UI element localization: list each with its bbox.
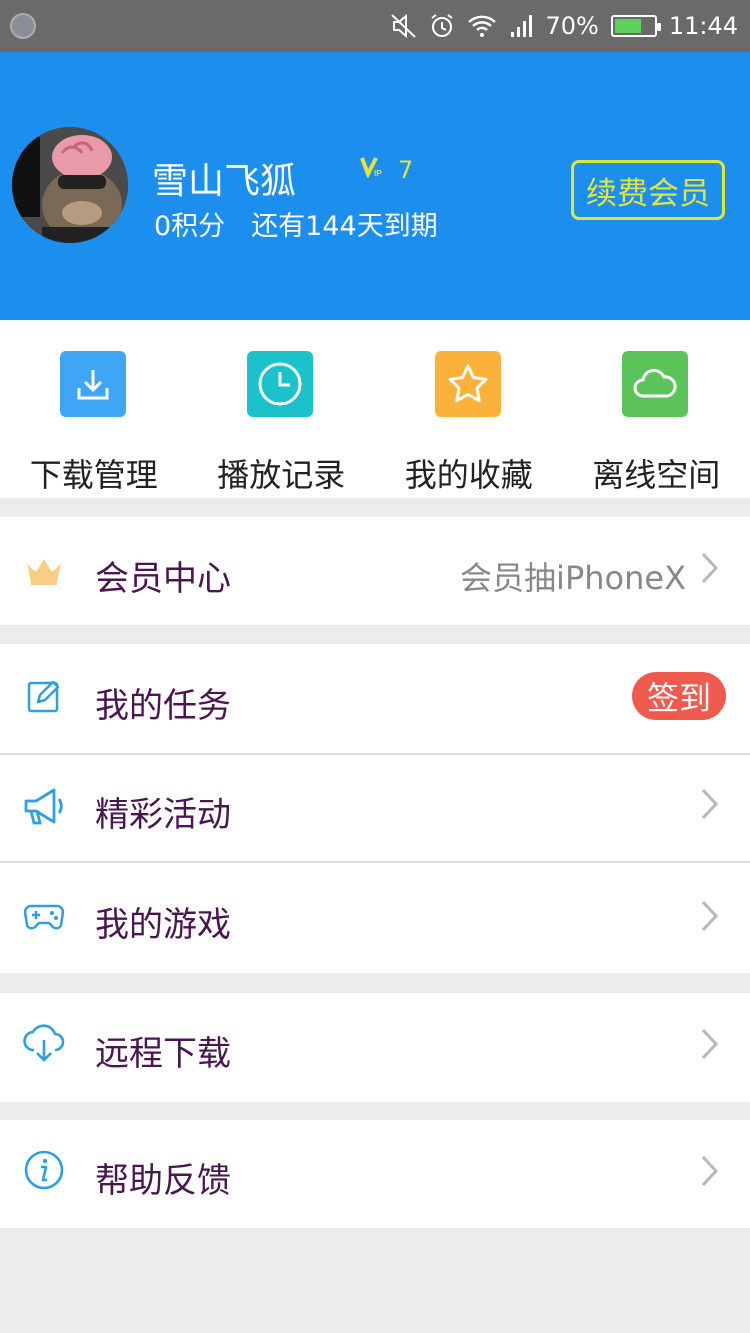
app-notification-icon	[10, 13, 36, 39]
signal-icon	[511, 15, 533, 37]
chevron-right-icon	[701, 900, 719, 932]
info-icon	[22, 1148, 66, 1192]
profile-subline: 0积分 还有144天到期	[154, 204, 438, 243]
vip-level: 7	[398, 156, 414, 184]
battery-percent: 70%	[545, 12, 599, 40]
mute-icon	[391, 14, 417, 38]
help-feedback-row[interactable]: 帮助反馈	[0, 1120, 750, 1228]
events-label: 精彩活动	[95, 795, 231, 835]
quick-action-favorites[interactable]: 我的收藏	[375, 320, 563, 498]
alarm-icon	[431, 14, 454, 37]
remote-download-row[interactable]: 远程下载	[0, 993, 750, 1102]
member-center-label: 会员中心	[95, 559, 231, 599]
my-games-label: 我的游戏	[95, 905, 231, 945]
my-tasks-label: 我的任务	[95, 686, 231, 726]
quick-action-download[interactable]: 下载管理	[0, 320, 188, 498]
clock-time: 11:44	[668, 12, 738, 40]
status-bar: 70% 11:44	[0, 0, 750, 52]
expiry-text: 还有144天到期	[251, 211, 438, 242]
vip-badge: IP 7	[360, 156, 413, 184]
megaphone-icon	[22, 785, 66, 829]
activity-section: 我的任务 签到 精彩活动 我的游戏	[0, 644, 750, 973]
username: 雪山飞狐	[152, 161, 297, 202]
quick-action-label: 下载管理	[29, 456, 158, 494]
my-games-row[interactable]: 我的游戏	[0, 863, 750, 973]
chevron-right-icon	[701, 788, 719, 820]
clock-icon	[247, 351, 314, 417]
my-tasks-row[interactable]: 我的任务 签到	[0, 644, 750, 753]
profile-header: 雪山飞狐 IP 7 0积分 还有144天到期 续费会员	[0, 52, 750, 320]
help-section: 帮助反馈	[0, 1120, 750, 1228]
chevron-right-icon	[701, 1155, 719, 1187]
events-row[interactable]: 精彩活动	[0, 755, 750, 861]
chevron-right-icon	[701, 1028, 719, 1060]
check-in-badge[interactable]: 签到	[632, 672, 726, 720]
quick-actions: 下载管理 播放记录 我的收藏 离线空间	[0, 320, 750, 498]
status-icons: 70% 11:44	[391, 0, 738, 52]
chevron-right-icon	[701, 552, 719, 584]
download-icon	[59, 351, 126, 417]
quick-action-label: 播放记录	[217, 456, 346, 494]
remote-download-section: 远程下载	[0, 993, 750, 1102]
avatar[interactable]	[12, 127, 128, 243]
svg-text:IP: IP	[374, 169, 382, 178]
quick-action-history[interactable]: 播放记录	[188, 320, 376, 498]
member-center-row[interactable]: 会员中心 会员抽iPhoneX	[0, 517, 750, 625]
vip-icon: IP	[360, 157, 382, 178]
cloud-icon	[622, 351, 689, 417]
quick-action-label: 我的收藏	[404, 456, 533, 494]
edit-icon	[22, 674, 66, 718]
quick-action-label: 离线空间	[592, 456, 721, 494]
crown-icon	[22, 549, 66, 593]
quick-action-offline-space[interactable]: 离线空间	[563, 320, 750, 498]
battery-icon	[610, 15, 661, 37]
gamepad-icon	[22, 895, 66, 939]
remote-download-label: 远程下载	[95, 1034, 231, 1074]
points-text: 0积分	[154, 211, 226, 242]
renew-membership-button[interactable]: 续费会员	[571, 160, 725, 220]
member-center-promo: 会员抽iPhoneX	[460, 559, 686, 597]
cloud-download-icon	[22, 1021, 66, 1065]
help-feedback-label: 帮助反馈	[95, 1161, 231, 1201]
wifi-icon	[468, 15, 497, 37]
member-section: 会员中心 会员抽iPhoneX	[0, 517, 750, 625]
star-icon	[434, 351, 501, 417]
